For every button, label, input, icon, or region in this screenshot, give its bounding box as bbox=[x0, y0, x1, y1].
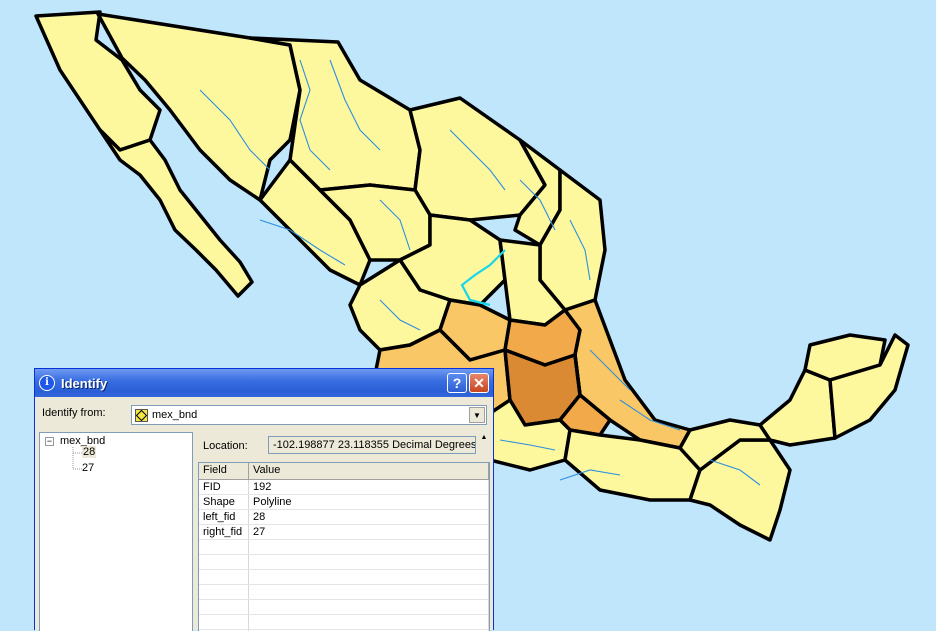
identify-from-value: mex_bnd bbox=[152, 409, 198, 421]
value-cell: 28 bbox=[249, 510, 489, 524]
table-row-empty bbox=[199, 600, 489, 615]
column-header-value[interactable]: Value bbox=[249, 463, 489, 479]
details-panel: Location: -102.198877 23.118355 Decimal … bbox=[196, 432, 491, 631]
field-cell: FID bbox=[199, 480, 249, 494]
table-header: Field Value bbox=[199, 463, 489, 480]
layer-icon bbox=[135, 408, 148, 422]
value-cell: 192 bbox=[249, 480, 489, 494]
window-title: Identify bbox=[61, 375, 108, 391]
table-row-empty bbox=[199, 570, 489, 585]
field-cell: Shape bbox=[199, 495, 249, 509]
title-bar[interactable]: i Identify ? ✕ bbox=[35, 369, 493, 397]
help-button[interactable]: ? bbox=[447, 373, 467, 393]
table-row-empty bbox=[199, 540, 489, 555]
table-row-empty bbox=[199, 615, 489, 630]
identify-window[interactable]: i Identify ? ✕ Identify from: mex_bnd ▼ … bbox=[34, 368, 494, 631]
tree-item[interactable]: 27 bbox=[82, 462, 94, 474]
table-row-empty bbox=[199, 585, 489, 600]
identify-from-dropdown[interactable]: mex_bnd ▼ bbox=[131, 405, 487, 425]
chevron-down-icon[interactable]: ▼ bbox=[469, 407, 485, 423]
table-row[interactable]: Shape Polyline bbox=[199, 495, 489, 510]
table-row-empty bbox=[199, 555, 489, 570]
field-cell: left_fid bbox=[199, 510, 249, 524]
state-coahuila[interactable] bbox=[408, 96, 547, 222]
field-cell: right_fid bbox=[199, 525, 249, 539]
column-header-field[interactable]: Field bbox=[199, 463, 249, 479]
scroll-arrow-icon[interactable]: ▲ bbox=[479, 434, 489, 444]
results-tree[interactable]: − mex_bnd 28 27 bbox=[39, 432, 193, 631]
value-cell: 27 bbox=[249, 525, 489, 539]
collapse-icon[interactable]: − bbox=[45, 437, 54, 446]
table-row[interactable]: FID 192 bbox=[199, 480, 489, 495]
table-row[interactable]: right_fid 27 bbox=[199, 525, 489, 540]
info-icon: i bbox=[39, 375, 55, 391]
location-label: Location: bbox=[203, 440, 248, 452]
table-row[interactable]: left_fid 28 bbox=[199, 510, 489, 525]
location-field[interactable]: -102.198877 23.118355 Decimal Degrees bbox=[268, 436, 476, 454]
value-cell: Polyline bbox=[249, 495, 489, 509]
identify-from-label: Identify from: bbox=[42, 407, 106, 419]
tree-item-selected[interactable]: 28 bbox=[82, 446, 97, 458]
close-button[interactable]: ✕ bbox=[469, 373, 489, 393]
state-campeche[interactable] bbox=[758, 368, 837, 447]
attribute-table[interactable]: Field Value FID 192 Shape Polyline left_… bbox=[198, 462, 490, 631]
